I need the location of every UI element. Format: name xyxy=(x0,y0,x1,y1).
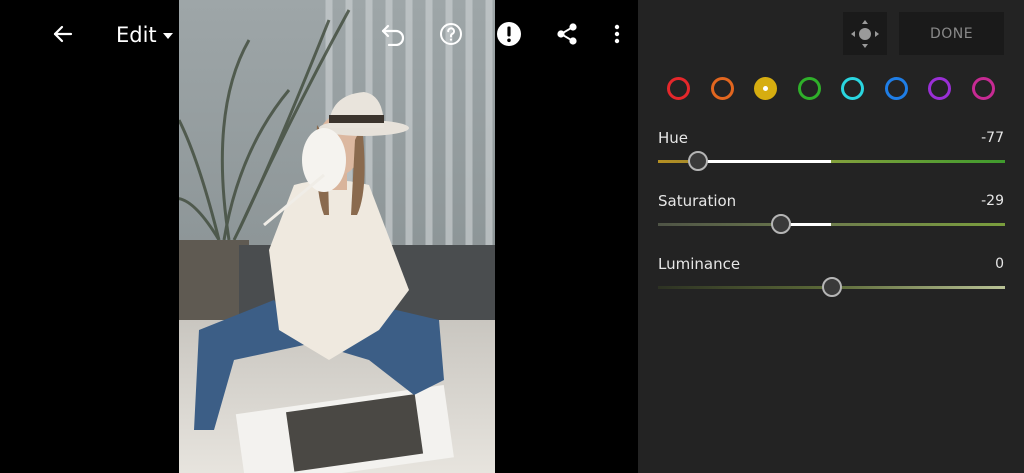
luminance-value: 0 xyxy=(995,256,1004,272)
share-button[interactable] xyxy=(549,16,585,52)
share-icon xyxy=(557,23,577,45)
luminance-slider-thumb[interactable] xyxy=(821,277,842,297)
hue-slider-fill xyxy=(697,160,832,163)
more-options-button[interactable] xyxy=(599,16,635,52)
alert-button[interactable] xyxy=(491,16,527,52)
swatch-purple[interactable] xyxy=(928,77,951,100)
photo-image xyxy=(179,0,495,473)
exclamation-circle-icon xyxy=(497,22,521,46)
undo-button[interactable] xyxy=(375,16,411,52)
targeted-adjustment-button[interactable] xyxy=(843,12,887,55)
swatch-magenta[interactable] xyxy=(971,77,995,100)
targeted-adjustment-icon xyxy=(851,19,879,48)
hue-label: Hue xyxy=(658,129,689,147)
help-circle-icon xyxy=(440,23,462,45)
undo-icon xyxy=(381,24,405,46)
hue-value: -77 xyxy=(981,130,1004,146)
arrow-left-icon xyxy=(53,25,73,43)
swatch-aqua[interactable] xyxy=(841,77,864,100)
top-toolbar: Edit xyxy=(0,0,638,68)
swatch-orange[interactable] xyxy=(710,77,734,100)
done-button[interactable]: DONE xyxy=(899,12,1004,55)
luminance-label: Luminance xyxy=(658,255,741,273)
selected-dot xyxy=(763,86,768,91)
swatch-yellow[interactable] xyxy=(754,77,777,100)
photo-viewer: Edit xyxy=(0,0,638,473)
swatch-red[interactable] xyxy=(667,77,690,100)
hue-slider[interactable] xyxy=(658,151,1005,171)
hue-slider-thumb[interactable] xyxy=(687,151,708,171)
saturation-label: Saturation xyxy=(658,192,737,210)
edit-mode-label: Edit xyxy=(116,23,157,47)
saturation-slider[interactable] xyxy=(658,214,1005,234)
swatch-blue[interactable] xyxy=(884,77,908,100)
saturation-value: -29 xyxy=(981,193,1004,209)
color-swatch-row xyxy=(667,77,997,101)
saturation-slider-thumb[interactable] xyxy=(771,214,792,234)
back-button[interactable] xyxy=(45,16,81,52)
swatch-green[interactable] xyxy=(797,77,821,100)
more-vertical-icon xyxy=(614,24,620,44)
luminance-slider[interactable] xyxy=(658,277,1005,297)
edit-mode-dropdown[interactable]: Edit xyxy=(116,20,173,50)
help-button[interactable] xyxy=(433,16,469,52)
color-mix-panel: DONE Hue -77 Saturation -29 Luminance 0 xyxy=(638,0,1024,473)
caret-down-icon xyxy=(162,33,173,39)
